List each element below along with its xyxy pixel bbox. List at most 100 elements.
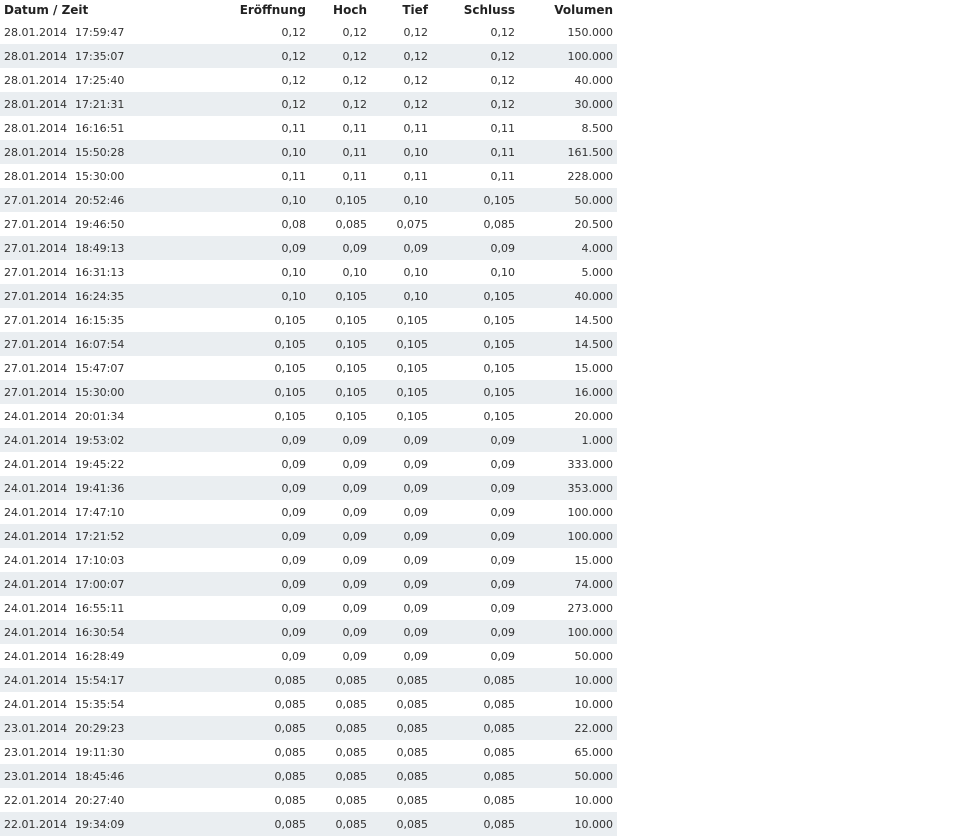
cell-time: 20:52:46 bbox=[74, 193, 125, 207]
cell-open: 0,105 bbox=[274, 313, 307, 327]
cell-close: 0,09 bbox=[490, 625, 516, 639]
cell-date: 28.01.2014 bbox=[4, 25, 67, 39]
cell-close: 0,085 bbox=[483, 769, 516, 783]
cell-time: 16:28:49 bbox=[74, 649, 125, 663]
cell-date: 28.01.2014 bbox=[4, 49, 67, 63]
cell-low: 0,09 bbox=[403, 625, 429, 639]
table-row: 24.01.2014 17:00:07 0,09 0,09 0,09 0,09 74.000 bbox=[0, 572, 617, 596]
cell-high: 0,09 bbox=[342, 433, 368, 447]
cell-low: 0,105 bbox=[396, 361, 429, 375]
table-row: 27.01.2014 20:52:46 0,10 0,105 0,10 0,105 50.0… bbox=[0, 188, 617, 212]
cell-close: 0,09 bbox=[490, 433, 516, 447]
table-row: 28.01.2014 15:30:00 0,11 0,11 0,11 0,11 228.00… bbox=[0, 164, 617, 188]
cell-volume: 273.000 bbox=[567, 601, 614, 615]
cell-low: 0,10 bbox=[403, 145, 429, 159]
cell-close: 0,085 bbox=[483, 673, 516, 687]
cell-open: 0,09 bbox=[281, 481, 307, 495]
table-row: 27.01.2014 16:31:13 0,10 0,10 0,10 0,10 5.000 bbox=[0, 260, 617, 284]
cell-high: 0,085 bbox=[335, 697, 368, 711]
cell-datetime: 24.01.2014 19:45:22 bbox=[0, 458, 205, 471]
cell-low: 0,11 bbox=[403, 169, 429, 183]
table-row: 28.01.2014 17:21:31 0,12 0,12 0,12 0,12 30.000 bbox=[0, 92, 617, 116]
cell-high: 0,085 bbox=[335, 745, 368, 759]
cell-time: 17:59:47 bbox=[74, 25, 125, 39]
cell-time: 20:29:23 bbox=[74, 721, 125, 735]
cell-datetime: 24.01.2014 16:30:54 bbox=[0, 626, 205, 639]
cell-close: 0,105 bbox=[483, 361, 516, 375]
cell-open: 0,10 bbox=[281, 265, 307, 279]
cell-datetime: 28.01.2014 17:21:31 bbox=[0, 98, 205, 111]
cell-open: 0,09 bbox=[281, 505, 307, 519]
cell-high: 0,12 bbox=[342, 73, 368, 87]
cell-time: 17:47:10 bbox=[74, 505, 125, 519]
cell-volume: 100.000 bbox=[567, 49, 614, 63]
cell-close: 0,09 bbox=[490, 505, 516, 519]
cell-close: 0,09 bbox=[490, 457, 516, 471]
cell-high: 0,09 bbox=[342, 505, 368, 519]
cell-time: 16:16:51 bbox=[74, 121, 125, 135]
cell-high: 0,10 bbox=[342, 265, 368, 279]
cell-high: 0,105 bbox=[335, 313, 368, 327]
cell-datetime: 27.01.2014 16:31:13 bbox=[0, 266, 205, 279]
cell-volume: 10.000 bbox=[574, 793, 614, 807]
cell-open: 0,08 bbox=[281, 217, 307, 231]
cell-open: 0,09 bbox=[281, 241, 307, 255]
cell-date: 22.01.2014 bbox=[4, 793, 67, 807]
cell-high: 0,12 bbox=[342, 97, 368, 111]
cell-low: 0,09 bbox=[403, 529, 429, 543]
cell-open: 0,105 bbox=[274, 361, 307, 375]
cell-low: 0,105 bbox=[396, 385, 429, 399]
cell-datetime: 23.01.2014 18:45:46 bbox=[0, 770, 205, 783]
cell-close: 0,085 bbox=[483, 697, 516, 711]
table-body: 28.01.2014 17:59:47 0,12 0,12 0,12 0,12 150.00… bbox=[0, 20, 617, 836]
cell-open: 0,085 bbox=[274, 793, 307, 807]
cell-datetime: 22.01.2014 20:27:40 bbox=[0, 794, 205, 807]
cell-date: 24.01.2014 bbox=[4, 601, 67, 615]
cell-close: 0,105 bbox=[483, 337, 516, 351]
table-row: 24.01.2014 19:53:02 0,09 0,09 0,09 0,09 1.000 bbox=[0, 428, 617, 452]
cell-volume: 74.000 bbox=[574, 577, 614, 591]
cell-volume: 50.000 bbox=[574, 193, 614, 207]
table-row: 28.01.2014 16:16:51 0,11 0,11 0,11 0,11 8.500 bbox=[0, 116, 617, 140]
cell-datetime: 24.01.2014 19:41:36 bbox=[0, 482, 205, 495]
cell-close: 0,11 bbox=[490, 169, 516, 183]
cell-date: 27.01.2014 bbox=[4, 361, 67, 375]
cell-low: 0,10 bbox=[403, 265, 429, 279]
cell-close: 0,105 bbox=[483, 313, 516, 327]
cell-time: 15:54:17 bbox=[74, 673, 125, 687]
cell-open: 0,10 bbox=[281, 193, 307, 207]
cell-time: 20:01:34 bbox=[74, 409, 125, 423]
cell-low: 0,105 bbox=[396, 337, 429, 351]
cell-date: 28.01.2014 bbox=[4, 145, 67, 159]
cell-volume: 10.000 bbox=[574, 697, 614, 711]
cell-low: 0,11 bbox=[403, 121, 429, 135]
cell-close: 0,11 bbox=[490, 121, 516, 135]
cell-low: 0,09 bbox=[403, 649, 429, 663]
table-row: 24.01.2014 19:41:36 0,09 0,09 0,09 0,09 353.00… bbox=[0, 476, 617, 500]
cell-date: 27.01.2014 bbox=[4, 337, 67, 351]
cell-open: 0,105 bbox=[274, 409, 307, 423]
cell-low: 0,105 bbox=[396, 313, 429, 327]
cell-high: 0,09 bbox=[342, 481, 368, 495]
cell-datetime: 24.01.2014 15:54:17 bbox=[0, 674, 205, 687]
cell-high: 0,09 bbox=[342, 601, 368, 615]
cell-time: 17:21:52 bbox=[74, 529, 125, 543]
cell-low: 0,12 bbox=[403, 97, 429, 111]
cell-volume: 40.000 bbox=[574, 289, 614, 303]
cell-date: 24.01.2014 bbox=[4, 673, 67, 687]
cell-date: 24.01.2014 bbox=[4, 433, 67, 447]
cell-volume: 20.000 bbox=[574, 409, 614, 423]
cell-close: 0,085 bbox=[483, 721, 516, 735]
cell-time: 16:24:35 bbox=[74, 289, 125, 303]
cell-time: 19:34:09 bbox=[74, 817, 125, 831]
cell-open: 0,09 bbox=[281, 625, 307, 639]
cell-time: 16:31:13 bbox=[74, 265, 125, 279]
cell-volume: 150.000 bbox=[567, 25, 614, 39]
cell-high: 0,085 bbox=[335, 793, 368, 807]
cell-open: 0,085 bbox=[274, 673, 307, 687]
cell-close: 0,12 bbox=[490, 25, 516, 39]
cell-close: 0,12 bbox=[490, 49, 516, 63]
cell-date: 24.01.2014 bbox=[4, 649, 67, 663]
cell-volume: 14.500 bbox=[574, 313, 614, 327]
cell-volume: 333.000 bbox=[567, 457, 614, 471]
